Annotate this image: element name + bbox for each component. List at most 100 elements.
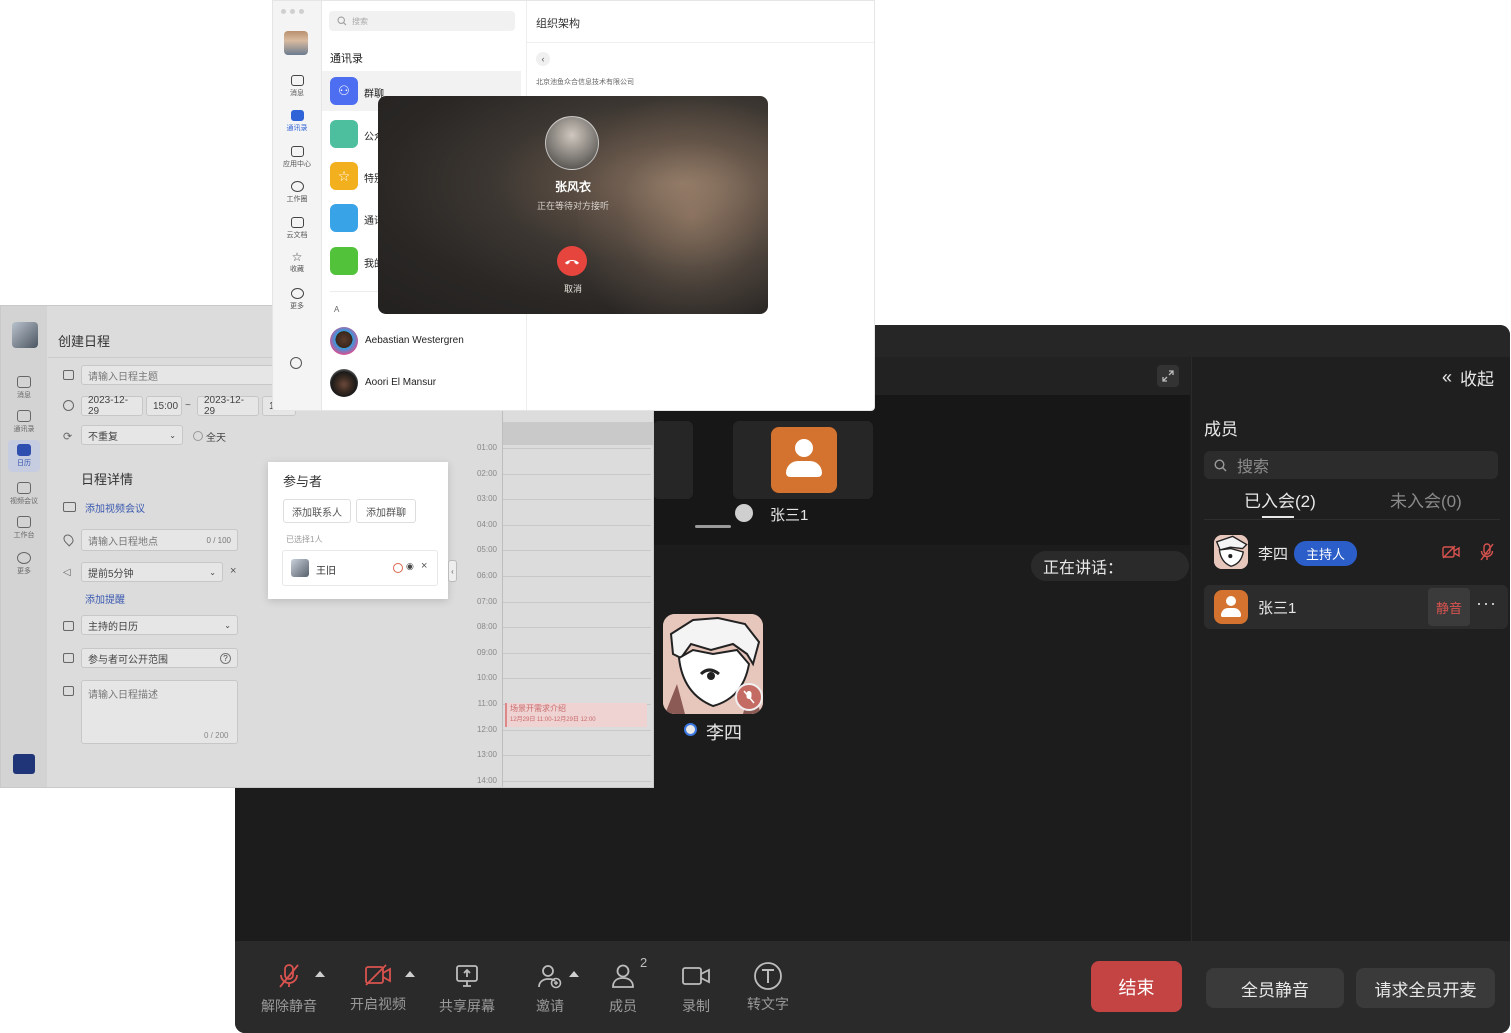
apps-icon [17, 516, 31, 528]
chevron-left-icon[interactable]: ‹ [448, 560, 457, 582]
repeat-select[interactable]: 不重复 ⌄ [81, 425, 183, 445]
nav-cloud-doc[interactable]: 云文档 [273, 217, 321, 240]
star-icon: ☆ [291, 250, 303, 264]
back-button[interactable]: ‹ [536, 52, 550, 66]
nav-calendar[interactable]: 日历 [8, 440, 40, 472]
nav-more[interactable]: 更多 [273, 288, 321, 311]
contacts-nav: 消息 通讯录 应用中心 工作圈 云文档 ☆ 收藏 更多 [273, 1, 322, 410]
calendar-select[interactable]: 主持的日历 ⌄ [81, 615, 238, 635]
app-logo [13, 754, 35, 774]
drag-handle[interactable] [695, 525, 731, 528]
more-icon[interactable]: ··· [1476, 593, 1497, 614]
org-chart-icon [330, 247, 358, 275]
search-input[interactable]: 搜索 [329, 11, 515, 31]
caret-up-icon[interactable] [315, 971, 325, 977]
person-row[interactable]: Aebastian Westergren [322, 325, 521, 357]
nav-contacts[interactable]: 通讯录 [273, 110, 321, 133]
speaking-label: 正在讲话： [1043, 560, 1124, 577]
mic-off-icon[interactable] [1480, 543, 1494, 566]
avatar [771, 427, 837, 493]
window-dot[interactable] [299, 9, 304, 14]
add-contact-button[interactable]: 添加联系人 [283, 499, 351, 523]
nav-moments[interactable]: 工作圈 [273, 181, 321, 204]
start-date-input[interactable]: 2023-12-29 [81, 395, 143, 417]
tab-joined[interactable]: 已入会(2) [1244, 487, 1316, 512]
remove-reminder-icon[interactable]: × [230, 565, 236, 577]
nav-contacts[interactable]: 通讯录 [1, 410, 47, 434]
help-icon: ? [220, 652, 231, 664]
end-date-input[interactable]: 2023-12-29 [197, 395, 259, 417]
nav-chat[interactable]: 消息 [273, 75, 321, 98]
lock-icon [63, 653, 74, 663]
call-status: 正在等待对方接听 [536, 201, 609, 211]
start-video-button[interactable]: 开启视频 [350, 963, 406, 1014]
value: 不重复 [88, 431, 118, 443]
members-count: 2 [640, 955, 648, 970]
add-video-meeting-link[interactable]: 添加视频会议 [85, 500, 145, 515]
all-day-checkbox[interactable] [193, 431, 203, 441]
nav-label: 应用中心 [283, 161, 311, 168]
person-row[interactable]: Aoori El Mansur [322, 367, 521, 399]
record-button[interactable]: 录制 [676, 963, 716, 1016]
hour-label: 04:00 [476, 519, 497, 529]
placeholder: 请输入日程地点 [88, 536, 158, 548]
collapse-button[interactable]: « 收起 [1442, 365, 1494, 390]
video-off-icon[interactable] [1442, 545, 1460, 564]
remove-icon[interactable]: × [421, 560, 427, 572]
mute-label: 静音 [1435, 600, 1462, 616]
location-icon [61, 532, 76, 547]
eye-icon[interactable]: ◉ [406, 561, 414, 572]
value: 2023-12-29 [88, 395, 129, 417]
hour-label: 09:00 [476, 647, 497, 657]
event-title-input[interactable]: 请输入日程主题 [81, 365, 281, 385]
members-search-input[interactable]: 搜索 [1204, 451, 1498, 479]
invite-button[interactable]: 邀请 [525, 963, 575, 1016]
search-icon [1214, 458, 1227, 471]
nav-workbench[interactable]: 工作台 [1, 516, 47, 540]
video-tile[interactable] [653, 421, 693, 499]
reminder-select[interactable]: 提前5分钟 ⌄ [81, 562, 223, 582]
tab-underline [1262, 516, 1294, 518]
nav-video[interactable]: 视频会议 [1, 482, 47, 506]
unmute-button[interactable]: 解除静音 [261, 963, 317, 1016]
video-meeting-icon [63, 502, 76, 512]
video-tile-zhangsan[interactable] [733, 421, 873, 499]
location-input[interactable]: 请输入日程地点 0 / 100 [81, 529, 238, 551]
member-row-zhangsan[interactable]: 张三1 静音 ··· [1204, 585, 1508, 629]
window-dot[interactable] [281, 9, 286, 14]
hour-gridline [503, 729, 651, 731]
nav-more[interactable]: 更多 [1, 552, 47, 576]
tab-not-joined[interactable]: 未入会(0) [1390, 487, 1462, 512]
details-heading: 日程详情 [81, 472, 134, 487]
member-row-lisi[interactable]: 李四 主持人 [1204, 531, 1500, 575]
add-group-button[interactable]: 添加群聊 [356, 499, 416, 523]
hangup-button[interactable] [557, 246, 587, 276]
end-meeting-button[interactable]: 结束 [1091, 961, 1182, 1012]
members-button[interactable]: 成员 [603, 963, 643, 1016]
cloud-doc-icon [290, 217, 304, 228]
mute-member-button[interactable]: 静音 [1428, 588, 1470, 626]
share-screen-button[interactable]: 共享屏幕 [439, 963, 495, 1016]
visibility-select[interactable]: 参与者可公开范围? [81, 648, 238, 668]
request-unmute-all-button[interactable]: 请求全员开麦 [1356, 968, 1495, 1008]
start-time-input[interactable]: 15:00 [146, 396, 182, 416]
avatar[interactable] [284, 31, 308, 55]
sync-icon[interactable] [290, 357, 302, 369]
nav-apps[interactable]: 应用中心 [273, 146, 321, 169]
mute-all-button[interactable]: 全员静音 [1206, 968, 1344, 1008]
window-dot[interactable] [290, 9, 295, 14]
search-placeholder: 搜索 [352, 16, 368, 26]
caret-up-icon[interactable] [569, 971, 579, 977]
caret-up-icon[interactable] [405, 971, 415, 977]
participant-row[interactable]: 王旧 ◉ × [282, 550, 438, 586]
add-reminder-link[interactable]: 添加提醒 [85, 591, 125, 606]
avatar[interactable] [12, 322, 38, 348]
transcribe-button[interactable]: 转文字 [746, 961, 790, 1014]
calendar-event[interactable]: 场景开需求介绍 12月29日 11:00-12月29日 12:00 [505, 703, 647, 727]
collapse-label: 收起 [1460, 370, 1495, 389]
nav-label: 日历 [17, 460, 31, 467]
nav-favorites[interactable]: ☆ 收藏 [273, 251, 321, 274]
fullscreen-icon[interactable] [1157, 365, 1179, 387]
member-name: 李四 [1258, 546, 1289, 563]
nav-chat[interactable]: 消息 [1, 376, 47, 400]
